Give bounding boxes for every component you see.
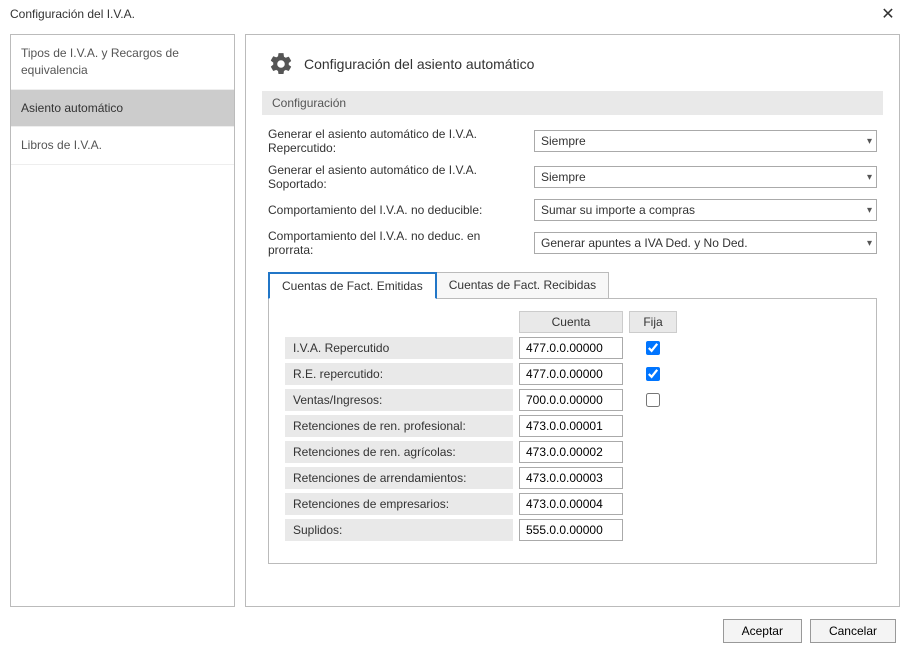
account-fija-cell [629,367,677,381]
account-label: R.E. repercutido: [285,363,513,385]
account-row: R.E. repercutido: [285,363,860,385]
window-title: Configuración del I.V.A. [10,7,135,21]
account-fija-cell [629,341,677,355]
chevron-down-icon: ▾ [867,136,872,147]
accounts-body: I.V.A. Repercutido R.E. repercutido: Venta… [285,337,860,541]
account-row: Retenciones de ren. profesional: [285,415,860,437]
chevron-down-icon: ▾ [867,205,872,216]
main-panel: Configuración del asiento automático Con… [245,34,900,607]
account-label: Retenciones de arrendamientos: [285,467,513,489]
account-fija-checkbox[interactable] [646,393,660,407]
field-label-1: Generar el asiento automático de I.V.A. … [268,163,528,191]
header-cuenta: Cuenta [519,311,623,333]
cancel-button[interactable]: Cancelar [810,619,896,643]
section-label: Configuración [262,91,883,115]
field-select-0[interactable]: Siempre ▾ [534,130,877,152]
account-row: Ventas/Ingresos: [285,389,860,411]
account-row: Retenciones de ren. agrícolas: [285,441,860,463]
accept-button[interactable]: Aceptar [723,619,802,643]
account-row: Retenciones de empresarios: [285,493,860,515]
chevron-down-icon: ▾ [867,172,872,183]
field-label-0: Generar el asiento automático de I.V.A. … [268,127,528,155]
chevron-down-icon: ▾ [867,238,872,249]
field-label-2: Comportamiento del I.V.A. no deducible: [268,203,528,217]
field-select-1[interactable]: Siempre ▾ [534,166,877,188]
field-select-value-2: Sumar su importe a compras [541,203,695,217]
account-cuenta-input[interactable] [519,389,623,411]
content-area: Tipos de I.V.A. y Recargos de equivalenc… [0,28,910,611]
tabs: Cuentas de Fact. EmitidasCuentas de Fact… [268,271,883,298]
account-cuenta-input[interactable] [519,441,623,463]
field-label-3: Comportamiento del I.V.A. no deduc. en p… [268,229,528,257]
field-select-value-0: Siempre [541,134,586,148]
accounts-header: Cuenta Fija [285,311,860,333]
header-fija: Fija [629,311,677,333]
gear-icon [268,51,294,77]
account-row: I.V.A. Repercutido [285,337,860,359]
field-select-3[interactable]: Generar apuntes a IVA Ded. y No Ded. ▾ [534,232,877,254]
account-cuenta-input[interactable] [519,467,623,489]
account-cuenta-input[interactable] [519,493,623,515]
account-cuenta-input[interactable] [519,415,623,437]
account-cuenta-input[interactable] [519,337,623,359]
account-fija-cell [629,393,677,407]
tab-0[interactable]: Cuentas de Fact. Emitidas [268,272,437,299]
sidebar-item-0[interactable]: Tipos de I.V.A. y Recargos de equivalenc… [11,35,234,90]
tab-1[interactable]: Cuentas de Fact. Recibidas [436,272,609,299]
field-select-value-3: Generar apuntes a IVA Ded. y No Ded. [541,236,748,250]
field-select-value-1: Siempre [541,170,586,184]
account-cuenta-input[interactable] [519,363,623,385]
account-label: I.V.A. Repercutido [285,337,513,359]
main-header: Configuración del asiento automático [262,45,883,91]
config-form: Generar el asiento automático de I.V.A. … [262,127,883,271]
page-title: Configuración del asiento automático [304,56,534,72]
sidebar: Tipos de I.V.A. y Recargos de equivalenc… [10,34,235,607]
sidebar-item-1[interactable]: Asiento automático [11,90,234,128]
close-icon[interactable]: ✕ [876,4,900,24]
account-label: Retenciones de ren. agrícolas: [285,441,513,463]
titlebar: Configuración del I.V.A. ✕ [0,0,910,28]
account-label: Retenciones de ren. profesional: [285,415,513,437]
tab-pane-emitidas: Cuenta Fija I.V.A. Repercutido R.E. reper… [268,298,877,564]
account-cuenta-input[interactable] [519,519,623,541]
account-label: Suplidos: [285,519,513,541]
sidebar-item-2[interactable]: Libros de I.V.A. [11,127,234,165]
account-fija-checkbox[interactable] [646,341,660,355]
footer: Aceptar Cancelar [0,611,910,655]
account-fija-checkbox[interactable] [646,367,660,381]
field-select-2[interactable]: Sumar su importe a compras ▾ [534,199,877,221]
account-row: Retenciones de arrendamientos: [285,467,860,489]
account-label: Retenciones de empresarios: [285,493,513,515]
account-label: Ventas/Ingresos: [285,389,513,411]
account-row: Suplidos: [285,519,860,541]
